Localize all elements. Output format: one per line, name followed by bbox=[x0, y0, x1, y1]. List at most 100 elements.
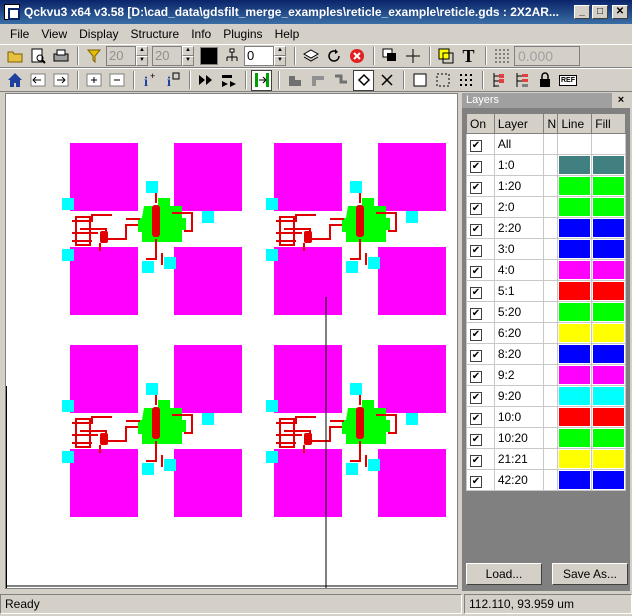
highlight-icon[interactable] bbox=[435, 46, 456, 67]
layer-visible-checkbox[interactable]: ✔ bbox=[466, 196, 495, 218]
menu-display[interactable]: Display bbox=[73, 27, 124, 41]
layer-row-9-2[interactable]: ✔ 9:2 bbox=[466, 364, 626, 386]
layer-line-swatch[interactable] bbox=[557, 343, 593, 365]
back-icon[interactable] bbox=[27, 70, 48, 91]
layer-row-10-0[interactable]: ✔ 10:0 bbox=[466, 406, 626, 428]
layer-row-5-20[interactable]: ✔ 5:20 bbox=[466, 301, 626, 323]
tree-alt-icon[interactable] bbox=[511, 70, 532, 91]
layer-line-swatch[interactable] bbox=[557, 133, 593, 155]
layer-visible-checkbox[interactable]: ✔ bbox=[466, 322, 495, 344]
column-header-on[interactable]: On bbox=[466, 113, 495, 134]
info-icon[interactable]: i + bbox=[139, 70, 160, 91]
column-header-layer[interactable]: Layer bbox=[493, 113, 545, 134]
load-button[interactable]: Load... bbox=[466, 563, 542, 585]
step-icon[interactable] bbox=[195, 70, 216, 91]
dots-icon[interactable] bbox=[455, 70, 476, 91]
menu-file[interactable]: File bbox=[4, 27, 35, 41]
level-to-value[interactable]: 20 bbox=[152, 46, 182, 66]
print-icon[interactable] bbox=[50, 46, 71, 67]
layer-fill-swatch[interactable] bbox=[591, 406, 626, 428]
zoom-out-icon[interactable] bbox=[106, 70, 127, 91]
fill-color-icon[interactable] bbox=[198, 46, 219, 67]
steps-icon[interactable] bbox=[218, 70, 239, 91]
pan-icon[interactable] bbox=[284, 70, 305, 91]
layer-fill-swatch[interactable] bbox=[591, 154, 626, 176]
box-icon[interactable] bbox=[409, 70, 430, 91]
column-header-fill[interactable]: Fill bbox=[591, 113, 626, 134]
column-header-n[interactable]: N bbox=[543, 113, 559, 134]
minimize-button[interactable]: _ bbox=[574, 5, 590, 19]
layer-fill-swatch[interactable] bbox=[591, 427, 626, 449]
layer-visible-checkbox[interactable]: ✔ bbox=[466, 385, 495, 407]
home-icon[interactable] bbox=[4, 70, 25, 91]
layer-row-1-0[interactable]: ✔ 1:0 bbox=[466, 154, 626, 176]
layers-panel-close-button[interactable]: × bbox=[612, 93, 630, 108]
layer-fill-swatch[interactable] bbox=[591, 238, 626, 260]
layer-line-swatch[interactable] bbox=[557, 301, 593, 323]
overlap-icon[interactable] bbox=[379, 46, 400, 67]
layer-fill-swatch[interactable] bbox=[591, 196, 626, 218]
layer-line-swatch[interactable] bbox=[557, 406, 593, 428]
layers-icon[interactable] bbox=[300, 46, 321, 67]
layer-visible-checkbox[interactable]: ✔ bbox=[466, 280, 495, 302]
layer-row-2-20[interactable]: ✔ 2:20 bbox=[466, 217, 626, 239]
layer-fill-swatch[interactable] bbox=[591, 385, 626, 407]
layer-fill-swatch[interactable] bbox=[591, 322, 626, 344]
print-preview-icon[interactable] bbox=[27, 46, 48, 67]
layer-visible-checkbox[interactable]: ✔ bbox=[466, 133, 495, 155]
info-area-icon[interactable]: i bbox=[162, 70, 183, 91]
text-icon[interactable]: T bbox=[458, 46, 479, 67]
layer-row-42-20[interactable]: ✔ 42:20 bbox=[466, 469, 626, 491]
column-header-line[interactable]: Line bbox=[557, 113, 593, 134]
move-icon[interactable] bbox=[307, 70, 328, 91]
tree-icon[interactable] bbox=[488, 70, 509, 91]
layer-visible-checkbox[interactable]: ✔ bbox=[466, 259, 495, 281]
coordinate-input[interactable]: 0.000 bbox=[514, 46, 580, 66]
layer-line-swatch[interactable] bbox=[557, 238, 593, 260]
layer-row-6-20[interactable]: ✔ 6:20 bbox=[466, 322, 626, 344]
layout-drawing[interactable] bbox=[6, 94, 458, 589]
menu-plugins[interactable]: Plugins bbox=[217, 27, 268, 41]
layer-visible-checkbox[interactable]: ✔ bbox=[466, 364, 495, 386]
layer-fill-swatch[interactable] bbox=[591, 259, 626, 281]
layer-visible-checkbox[interactable]: ✔ bbox=[466, 427, 495, 449]
grid-icon[interactable] bbox=[491, 46, 512, 67]
forward-icon[interactable] bbox=[50, 70, 71, 91]
ref-icon[interactable]: REF bbox=[557, 70, 579, 91]
layer-visible-checkbox[interactable]: ✔ bbox=[466, 217, 495, 239]
layer-fill-swatch[interactable] bbox=[591, 343, 626, 365]
layer-visible-checkbox[interactable]: ✔ bbox=[466, 406, 495, 428]
layer-line-swatch[interactable] bbox=[557, 385, 593, 407]
menu-view[interactable]: View bbox=[35, 27, 73, 41]
refresh-icon[interactable] bbox=[323, 46, 344, 67]
close-button[interactable]: ✕ bbox=[612, 5, 628, 19]
layer-fill-swatch[interactable] bbox=[591, 280, 626, 302]
layer-row-5-1[interactable]: ✔ 5:1 bbox=[466, 280, 626, 302]
layer-row-21-21[interactable]: ✔ 21:21 bbox=[466, 448, 626, 470]
layer-line-swatch[interactable] bbox=[557, 427, 593, 449]
layer-row-1-20[interactable]: ✔ 1:20 bbox=[466, 175, 626, 197]
level-from-value[interactable]: 20 bbox=[106, 46, 136, 66]
select-box-icon[interactable] bbox=[432, 70, 453, 91]
crosshair-icon[interactable] bbox=[402, 46, 423, 67]
layer-fill-swatch[interactable] bbox=[591, 301, 626, 323]
layer-visible-checkbox[interactable]: ✔ bbox=[466, 343, 495, 365]
layer-line-swatch[interactable] bbox=[557, 448, 593, 470]
layer-row-3-0[interactable]: ✔ 3:0 bbox=[466, 238, 626, 260]
save-as-button[interactable]: Save As... bbox=[552, 563, 628, 585]
array-count-value[interactable]: 0 bbox=[244, 46, 274, 66]
layer-row-9-20[interactable]: ✔ 9:20 bbox=[466, 385, 626, 407]
layer-line-swatch[interactable] bbox=[557, 217, 593, 239]
open-icon[interactable] bbox=[4, 46, 25, 67]
layer-visible-checkbox[interactable]: ✔ bbox=[466, 238, 495, 260]
measure-icon[interactable] bbox=[330, 70, 351, 91]
layer-row-all[interactable]: ✔ All bbox=[466, 133, 626, 155]
layer-row-4-0[interactable]: ✔ 4:0 bbox=[466, 259, 626, 281]
layer-line-swatch[interactable] bbox=[557, 175, 593, 197]
layer-visible-checkbox[interactable]: ✔ bbox=[466, 154, 495, 176]
menu-help[interactable]: Help bbox=[269, 27, 306, 41]
layer-line-swatch[interactable] bbox=[557, 154, 593, 176]
layer-visible-checkbox[interactable]: ✔ bbox=[466, 448, 495, 470]
level-to-stepper[interactable]: 20 ▲ ▼ bbox=[152, 46, 194, 66]
lock-icon[interactable] bbox=[534, 70, 555, 91]
